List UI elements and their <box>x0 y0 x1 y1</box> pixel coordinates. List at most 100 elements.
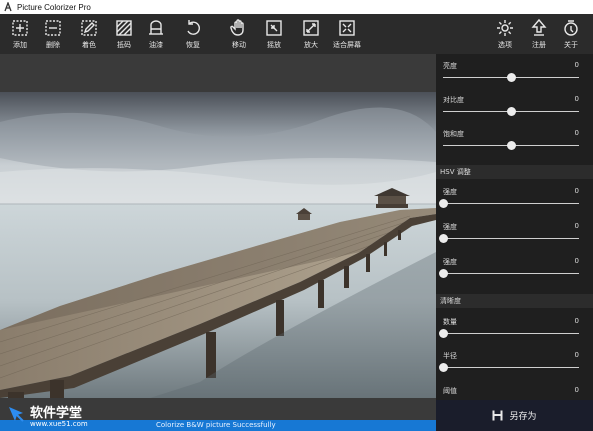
adjustment-panel: 亮度 0 对比度 0 饱和度 0 HSV 调整 强度 0 强度 0 强度 0 清… <box>436 54 593 400</box>
paint-bucket-icon <box>149 20 163 35</box>
restore-label: 恢复 <box>186 41 200 49</box>
add-button[interactable]: 添加 <box>3 18 37 54</box>
mask-label: 抵码 <box>117 41 131 49</box>
options-button[interactable]: 选项 <box>488 18 522 54</box>
brightness-thumb[interactable] <box>507 73 516 82</box>
about-button[interactable]: 关于 <box>554 18 588 54</box>
contrast-thumb[interactable] <box>507 107 516 116</box>
saturation-value: 0 <box>574 129 579 137</box>
toolbar: 添加 删除 着色 抵码 油漆 恢复 移动 摇放 放大 适合屏幕 选项 注册 关于 <box>0 14 593 54</box>
contrast-label: 对比度 <box>443 96 464 104</box>
hatch-icon <box>116 20 132 36</box>
delete-label: 删除 <box>46 41 60 49</box>
brightness-value: 0 <box>574 61 579 69</box>
saturation-slider-row: 饱和度 0 <box>436 122 593 156</box>
mask-button[interactable]: 抵码 <box>107 18 141 54</box>
save-as-label: 另存为 <box>509 412 537 422</box>
hsv-slider-row-2: 强度 0 <box>436 215 593 249</box>
radius-value: 0 <box>574 351 579 359</box>
amount-slider-row: 数量 0 <box>436 310 593 344</box>
hsv-intensity-value-3: 0 <box>574 257 579 265</box>
paint-button[interactable]: 油漆 <box>139 18 173 54</box>
threshold-label: 阈值 <box>443 387 457 395</box>
status-message: Colorize B&W picture Successfully <box>156 421 276 429</box>
restore-button[interactable]: 恢复 <box>176 18 210 54</box>
hsv-intensity-thumb-2[interactable] <box>439 234 448 243</box>
shrink-icon <box>266 20 282 36</box>
fit-screen-icon <box>339 20 355 36</box>
saturation-label: 饱和度 <box>443 130 464 138</box>
zoom-out-label: 摇放 <box>267 41 281 49</box>
add-label: 添加 <box>13 41 27 49</box>
threshold-value: 0 <box>574 386 579 394</box>
hsv-intensity-track-3[interactable] <box>443 273 579 274</box>
watermark-logo-icon <box>9 407 24 422</box>
undo-icon <box>187 20 200 35</box>
radius-thumb[interactable] <box>439 363 448 372</box>
brightness-slider-row: 亮度 0 <box>436 54 593 88</box>
hsv-section-header: HSV 调整 <box>436 165 593 179</box>
hsv-intensity-value-1: 0 <box>574 187 579 195</box>
brightness-label: 亮度 <box>443 62 457 70</box>
colorize-button[interactable]: 着色 <box>72 18 106 54</box>
register-arrow-icon <box>531 18 547 36</box>
amount-thumb[interactable] <box>439 329 448 338</box>
site-watermark: 软件学堂 www.xue51.com <box>0 398 120 431</box>
hsv-intensity-label-3: 强度 <box>443 258 457 266</box>
radius-slider-row: 半径 0 <box>436 344 593 378</box>
title-bar: Picture Colorizer Pro <box>0 0 593 14</box>
save-as-button[interactable]: 另存为 <box>436 400 593 431</box>
sharpen-section-header: 清晰度 <box>436 294 593 308</box>
options-label: 选项 <box>498 41 512 49</box>
hsv-intensity-value-2: 0 <box>574 222 579 230</box>
amount-value: 0 <box>574 317 579 325</box>
radius-track[interactable] <box>443 367 579 368</box>
fit-screen-button[interactable]: 适合屏幕 <box>330 18 364 54</box>
hand-icon <box>230 19 244 36</box>
add-icon <box>12 20 28 36</box>
contrast-slider-row: 对比度 0 <box>436 88 593 122</box>
floppy-disk-icon <box>492 410 503 421</box>
hsv-slider-row-1: 强度 0 <box>436 180 593 214</box>
hsv-slider-row-3: 强度 0 <box>436 250 593 284</box>
radius-label: 半径 <box>443 352 457 360</box>
pier-photo-image <box>0 92 436 398</box>
watermark-text: 软件学堂 <box>30 406 83 421</box>
hsv-intensity-track-2[interactable] <box>443 238 579 239</box>
hsv-section-title: HSV 调整 <box>440 168 471 176</box>
hsv-intensity-track-1[interactable] <box>443 203 579 204</box>
app-logo-icon <box>4 2 12 12</box>
amount-track[interactable] <box>443 333 579 334</box>
paint-label: 油漆 <box>149 41 163 49</box>
delete-button[interactable]: 删除 <box>36 18 70 54</box>
window-title: Picture Colorizer Pro <box>17 2 91 12</box>
saturation-thumb[interactable] <box>507 141 516 150</box>
expand-icon <box>303 20 319 36</box>
move-button[interactable]: 移动 <box>222 18 256 54</box>
register-label: 注册 <box>532 41 546 49</box>
gear-icon <box>497 20 513 36</box>
hsv-intensity-thumb-1[interactable] <box>439 199 448 208</box>
hsv-intensity-label-1: 强度 <box>443 188 457 196</box>
threshold-slider-row: 阈值 0 <box>436 379 593 400</box>
image-canvas[interactable] <box>0 54 436 420</box>
pencil-icon <box>81 20 97 36</box>
colorize-label: 着色 <box>82 41 96 49</box>
about-label: 关于 <box>564 41 578 49</box>
sharpen-section-title: 清晰度 <box>440 297 461 305</box>
zoom-in-button[interactable]: 放大 <box>294 18 328 54</box>
watermark-url: www.xue51.com <box>30 420 88 428</box>
app-window: Picture Colorizer Pro 添加 删除 着色 抵码 油漆 恢复 <box>0 0 593 431</box>
amount-label: 数量 <box>443 318 457 326</box>
hsv-intensity-thumb-3[interactable] <box>439 269 448 278</box>
photo <box>0 92 436 398</box>
remove-icon <box>45 20 61 36</box>
zoom-in-label: 放大 <box>304 41 318 49</box>
register-button[interactable]: 注册 <box>522 18 556 54</box>
fit-screen-label: 适合屏幕 <box>333 41 361 49</box>
hsv-intensity-label-2: 强度 <box>443 223 457 231</box>
contrast-value: 0 <box>574 95 579 103</box>
move-label: 移动 <box>232 41 246 49</box>
about-icon <box>564 20 578 36</box>
zoom-out-button[interactable]: 摇放 <box>257 18 291 54</box>
